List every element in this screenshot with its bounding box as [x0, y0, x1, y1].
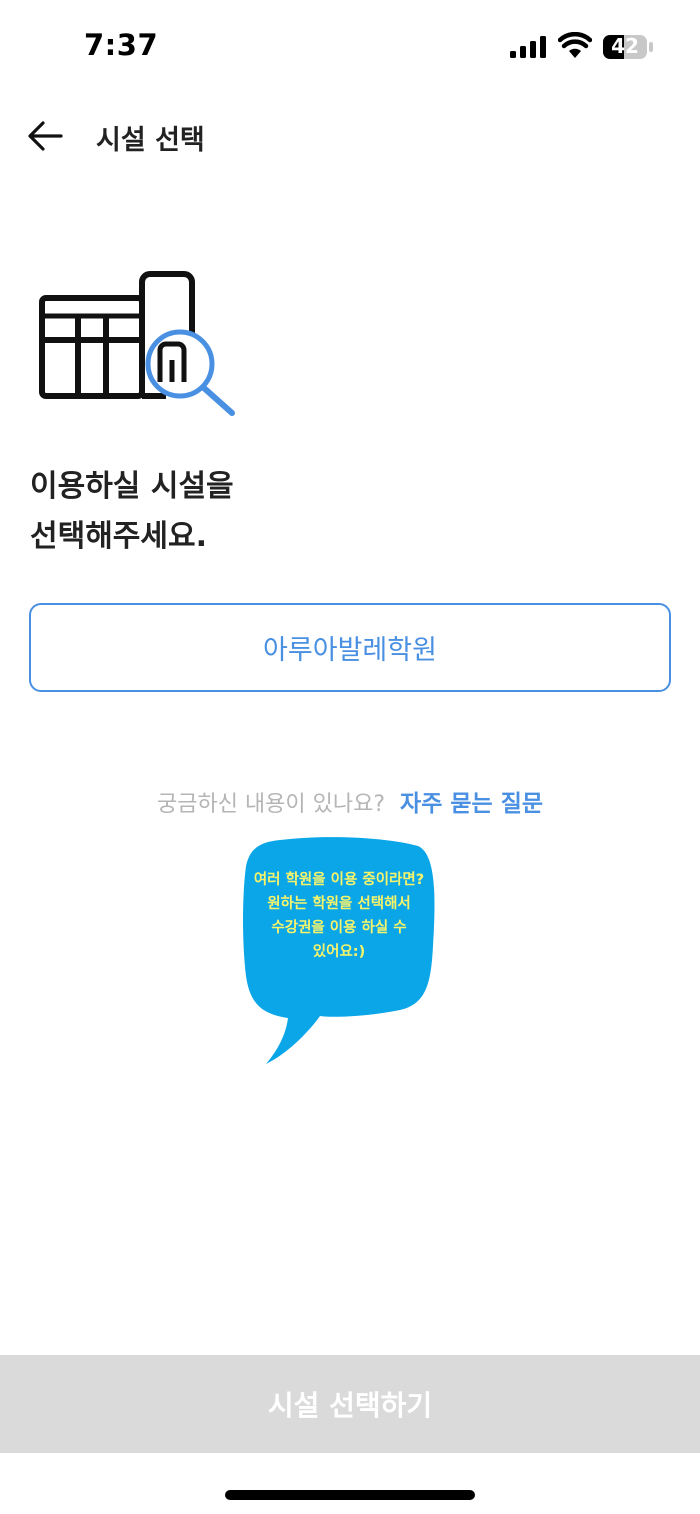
wifi-icon	[558, 32, 592, 58]
speech-bubble-text: 여러 학원을 이용 중이라면? 원하는 학원을 선택해서 수강권을 이용 하실 …	[253, 872, 425, 960]
faq-row: 궁금하신 내용이 있나요? 자주 묻는 질문	[0, 784, 700, 818]
facility-option-label: 아루아발레학원	[263, 635, 437, 666]
prompt-heading: 이용하실 시설을 선택해주세요.	[30, 462, 670, 562]
prompt-line-1: 이용하실 시설을	[30, 469, 234, 504]
battery-level: 42	[611, 34, 639, 58]
back-button[interactable]	[22, 114, 68, 158]
facility-select-screen: 7:37 42 시설 선택 이용하실 시설을 선택해주세요. 아루아발레학원 궁…	[0, 0, 700, 1514]
facility-search-icon	[39, 271, 235, 416]
select-facility-button-label: 시설 선택하기	[267, 1389, 433, 1422]
arrow-left-icon	[28, 121, 63, 151]
select-facility-button[interactable]: 시설 선택하기	[0, 1355, 700, 1453]
page-title: 시설 선택	[96, 125, 205, 156]
status-bar: 7:37 42	[0, 0, 700, 92]
signal-icon	[510, 36, 546, 58]
prompt-line-2: 선택해주세요.	[30, 519, 207, 554]
status-time: 7:37	[84, 28, 159, 62]
header: 시설 선택	[0, 100, 700, 172]
faq-question: 궁금하신 내용이 있나요?	[156, 792, 386, 817]
facility-option-button[interactable]: 아루아발레학원	[29, 603, 671, 692]
faq-link[interactable]: 자주 묻는 질문	[400, 791, 543, 817]
home-indicator	[225, 1490, 475, 1500]
